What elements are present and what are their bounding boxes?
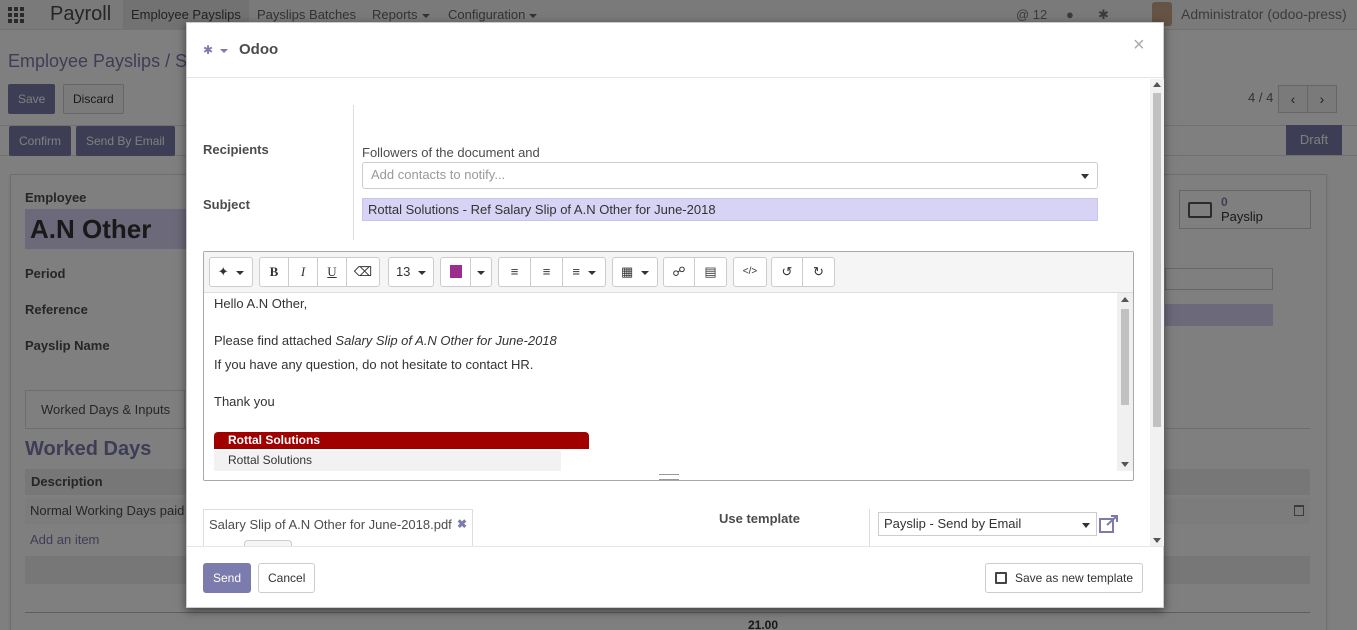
template-select[interactable]: Payslip - Send by Email [878,512,1097,536]
template-divider [869,509,870,546]
italic-icon[interactable]: I [289,258,318,286]
insert-group: ☍ ▤ [663,257,727,287]
save-as-template-label: Save as new template [1015,571,1134,585]
color-group [440,257,492,287]
table-icon[interactable]: ▦ [613,258,657,286]
redo-icon[interactable]: ↻ [803,258,834,286]
font-style-group: B I U ⌫ [259,257,380,287]
editor-scrollbar[interactable] [1117,293,1133,471]
attachment-name: Salary Slip of A.N Other for June-2018.p… [209,517,452,532]
dialog-title: Odoo [239,41,279,58]
company-banner: Rottal Solutions [214,432,589,449]
dialog-footer: Send Cancel Save as new template [187,546,1163,608]
chevron-down-icon[interactable] [471,258,491,286]
chevron-down-icon [587,270,596,275]
company-name-box: Rottal Solutions [214,451,561,471]
font-size-group: 13 [388,257,434,287]
close-icon[interactable]: × [1133,35,1145,55]
chevron-down-icon [220,48,229,53]
ordered-list-icon[interactable]: ≡ [531,258,563,286]
font-size-value: 13 [395,264,411,279]
chevron-down-icon [418,270,427,275]
image-icon[interactable]: ▤ [695,258,726,286]
style-group: ✦ [209,257,253,287]
list-group: ≡ ≡ ≡ [498,257,606,287]
debug-icon[interactable]: ✱ [203,43,229,57]
chevron-down-icon [236,270,245,275]
external-link-icon[interactable] [1099,515,1119,533]
attachment-item[interactable]: Salary Slip of A.N Other for June-2018.p… [203,509,473,546]
label-divider [353,105,354,240]
remove-attachment-icon[interactable]: ✖ [457,517,467,531]
dialog-header: ✱ Odoo × [187,23,1163,78]
floppy-disk-icon [995,572,1007,584]
bold-icon[interactable]: B [260,258,289,286]
subject-input[interactable]: Rottal Solutions - Ref Salary Slip of A.… [362,198,1098,221]
code-group: </> [733,257,767,287]
unordered-list-icon[interactable]: ≡ [499,258,531,286]
editor-toolbar: ✦ B I U ⌫ 13 ≡ ≡ ≡ ▦ ☍ ▤ </> ↺ ↻ [204,252,1133,293]
table-group: ▦ [612,257,658,287]
font-size-dropdown[interactable]: 13 [389,258,433,286]
font-color-icon[interactable] [441,258,471,286]
recipients-label: Recipients [203,142,269,157]
attachment-sentence-italic: Salary Slip of A.N Other for June-2018 [335,333,557,348]
send-button[interactable]: Send [203,563,252,593]
dialog-scrollbar[interactable] [1150,79,1164,546]
history-group: ↺ ↻ [771,257,835,287]
thank-you-text: Thank you [214,394,275,409]
save-as-template-button[interactable]: Save as new template [985,563,1144,593]
contact-hr-text: If you have any question, do not hesitat… [214,357,534,372]
followers-text: Followers of the document and [362,145,540,160]
scroll-up-icon[interactable] [1153,82,1161,87]
scroll-down-icon[interactable] [1153,538,1161,543]
align-icon[interactable]: ≡ [563,258,605,286]
link-icon[interactable]: ☍ [664,258,695,286]
attachment-sentence-prefix: Please find attached [214,333,336,348]
chevron-down-icon [1081,174,1089,179]
use-template-label: Use template [719,511,800,526]
cancel-button[interactable]: Cancel [258,563,316,593]
template-value: Payslip - Send by Email [884,516,1022,531]
chevron-down-icon [640,270,649,275]
scroll-down-icon[interactable] [1121,462,1129,467]
scroll-up-icon[interactable] [1121,297,1129,302]
undo-icon[interactable]: ↺ [772,258,803,286]
underline-icon[interactable]: U [318,258,347,286]
editor-scroll-thumb[interactable] [1121,309,1129,405]
subject-label: Subject [203,197,250,212]
chevron-down-icon [1082,523,1090,528]
magic-wand-icon[interactable]: ✦ [210,258,252,286]
dialog-body: Recipients Followers of the document and… [187,79,1163,546]
compose-email-dialog: ✱ Odoo × Recipients Followers of the doc… [186,22,1164,608]
eraser-icon[interactable]: ⌫ [347,258,379,286]
html-editor: ✦ B I U ⌫ 13 ≡ ≡ ≡ ▦ ☍ ▤ </> ↺ ↻ Hello A… [203,251,1134,481]
resize-grip-icon[interactable] [659,474,679,480]
code-view-icon[interactable]: </> [734,258,766,286]
attachment-sentence: Please find attached Salary Slip of A.N … [214,333,557,348]
contacts-input[interactable]: Add contacts to notify... [362,162,1098,189]
dialog-scroll-thumb[interactable] [1153,93,1161,427]
greeting-text: Hello A.N Other, [214,296,308,311]
contacts-placeholder: Add contacts to notify... [371,167,506,182]
